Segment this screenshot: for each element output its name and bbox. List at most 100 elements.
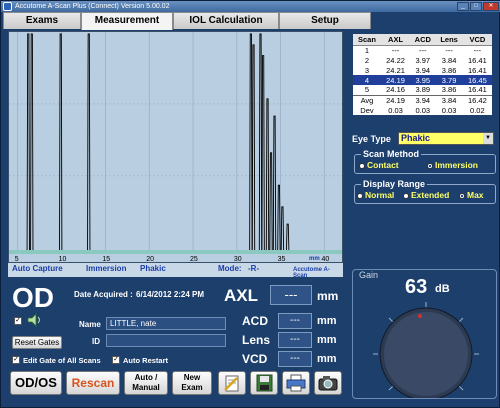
cell: 1 [364, 45, 370, 55]
new-exam-line1: New [183, 373, 201, 382]
echo-spike [249, 33, 253, 251]
radio-dot [403, 192, 409, 199]
radio-dot-selected [427, 162, 433, 169]
edit-gate-checkbox[interactable]: ✓ [12, 356, 20, 364]
normal-label: Normal [365, 190, 395, 200]
echo-spike [265, 98, 270, 251]
col-scan: Scan [353, 34, 381, 46]
cell: 16.42 [462, 94, 492, 105]
table-row[interactable]: 2 24.22 3.97 3.84 16.41 [353, 55, 492, 65]
lens-value: --- [278, 332, 312, 348]
vcd-unit: mm [317, 353, 337, 365]
x-tick-label: 15 [102, 256, 110, 262]
speaker-icon[interactable] [26, 313, 44, 327]
cell: 16.41 [467, 85, 487, 95]
maximize-button[interactable]: □ [470, 2, 482, 11]
col-lens: Lens [435, 34, 463, 46]
lens-label: Lens [242, 333, 271, 347]
immersion-radio[interactable]: Immersion [427, 160, 478, 170]
print-icon [286, 374, 306, 392]
reset-gates-button[interactable]: Reset Gates [12, 336, 62, 349]
gain-indicator [418, 314, 422, 318]
cell: 24.19 [380, 94, 411, 105]
cell: 3.84 [435, 94, 463, 105]
cell: Avg [353, 94, 381, 105]
cell: 16.41 [467, 65, 487, 75]
edit-button[interactable] [218, 371, 246, 395]
x-tick-label: 25 [190, 256, 198, 262]
new-exam-button[interactable]: New Exam [172, 371, 212, 395]
radio-dot-selected [459, 192, 465, 199]
x-tick-label: 10 [59, 256, 67, 262]
extended-radio[interactable]: Extended [403, 190, 449, 200]
echo-spike [277, 184, 281, 251]
gain-knob[interactable] [367, 296, 485, 398]
eye-type-label: Eye Type [352, 134, 391, 144]
axl-unit: mm [317, 289, 339, 303]
cell: 24.19 [380, 75, 411, 85]
cell: 0.03 [415, 105, 431, 115]
table-row[interactable]: 3 24.21 3.94 3.86 16.41 [353, 65, 492, 75]
cell: 4 [353, 75, 381, 85]
id-label: ID [92, 337, 100, 346]
lens-unit: mm [317, 334, 337, 346]
rescan-button[interactable]: Rescan [66, 371, 120, 395]
patient-info-panel: OD Date Acquired : 6/14/2012 2:24 PM ✓ N… [8, 279, 350, 397]
immersion-label: Immersion [435, 160, 478, 170]
mode-label: Mode: [218, 264, 242, 273]
echo-spike [251, 44, 256, 251]
scan-method-status: Immersion [86, 264, 127, 273]
tab-measurement[interactable]: Measurement [81, 12, 173, 30]
new-exam-line2: Exam [181, 383, 203, 392]
id-field[interactable] [106, 334, 226, 347]
echo-spike [258, 33, 263, 251]
table-row[interactable]: 1 --- --- --- --- [353, 45, 492, 55]
sound-checkbox[interactable]: ✓ [14, 317, 22, 325]
axl-label: AXL [224, 286, 258, 305]
eye-type-value: Phakic [401, 133, 431, 143]
display-range-title: Display Range [361, 179, 428, 189]
cell: Dev [360, 105, 374, 115]
minimize-button[interactable]: _ [457, 2, 469, 11]
table-row[interactable]: 5 24.16 3.89 3.86 16.41 [353, 85, 492, 95]
auto-manual-button[interactable]: Auto / Manual [124, 371, 168, 395]
od-os-button[interactable]: OD/OS [10, 371, 62, 395]
contact-radio[interactable]: Contact [359, 160, 399, 170]
tab-setup[interactable]: Setup [279, 12, 371, 29]
close-button[interactable]: ✕ [483, 2, 499, 11]
capture-mode-label: Auto Capture [12, 264, 63, 273]
cell: --- [419, 45, 427, 55]
cell: 3.84 [441, 55, 457, 65]
camera-button[interactable] [314, 371, 342, 395]
cell: 0.03 [388, 105, 403, 115]
cell: 24.16 [386, 85, 405, 95]
save-button[interactable] [250, 371, 278, 395]
date-acquired-label: Date Acquired : [74, 290, 133, 299]
cell: 5 [364, 85, 370, 95]
date-acquired-value: 6/14/2012 2:24 PM [136, 290, 205, 299]
cell: 16.41 [467, 55, 487, 65]
print-button[interactable] [282, 371, 310, 395]
extended-label: Extended [411, 190, 450, 200]
cell: 3.97 [415, 55, 431, 65]
tab-exams[interactable]: Exams [3, 12, 81, 29]
x-tick-label: 30 [234, 256, 242, 262]
normal-radio[interactable]: Normal [357, 190, 394, 200]
eye-type-select[interactable]: Phakic ▼ [398, 132, 494, 145]
tab-iol-calculation[interactable]: IOL Calculation [173, 12, 279, 29]
x-tick-label: 40 [321, 256, 329, 262]
scan-method-title: Scan Method [361, 149, 422, 159]
echo-spike [280, 206, 285, 251]
table-row-selected[interactable]: 4 24.19 3.95 3.79 16.45 [353, 75, 492, 85]
max-radio[interactable]: Max [459, 190, 484, 200]
chevron-down-icon[interactable]: ▼ [483, 133, 493, 144]
cell: 24.21 [386, 65, 405, 75]
camera-icon [318, 376, 338, 391]
name-field[interactable]: LITTLE, nate [106, 317, 226, 330]
cell: 3 [364, 65, 370, 75]
a-scan-waveform[interactable]: 5 10 15 20 25 30 35 40 mm [8, 31, 343, 263]
avg-row: Avg 24.19 3.94 3.84 16.42 [353, 94, 492, 105]
scan-results-table: Scan AXL ACD Lens VCD 1 --- --- --- --- 2 24.… [353, 34, 492, 115]
scan-method-group: Scan Method Contact Immersion [354, 149, 496, 174]
auto-restart-checkbox[interactable]: ✓ [112, 356, 120, 364]
